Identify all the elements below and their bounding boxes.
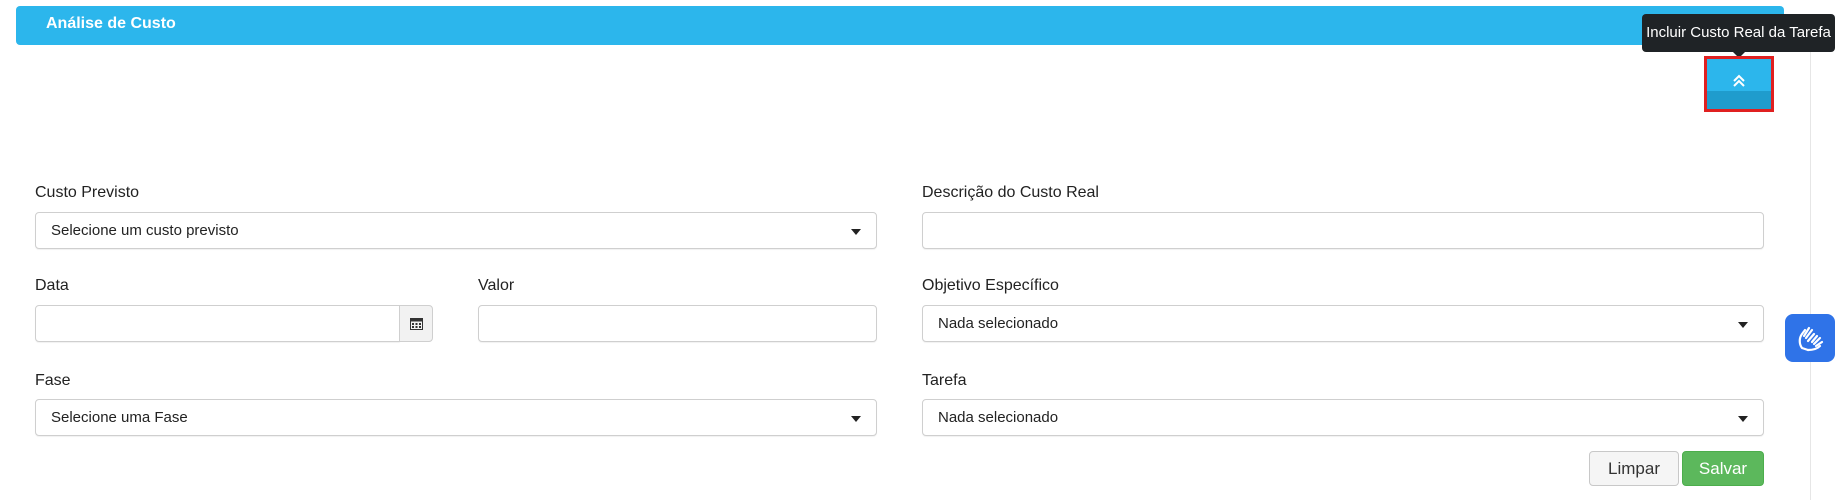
caret-down-icon	[1738, 322, 1748, 328]
objetivo-label: Objetivo Específico	[922, 277, 1059, 294]
caret-down-icon	[1738, 416, 1748, 422]
double-chevron-up-icon	[1733, 74, 1745, 87]
vertical-divider	[1810, 52, 1811, 500]
button-shade	[1707, 91, 1771, 109]
caret-down-icon	[851, 229, 861, 235]
fase-value: Selecione uma Fase	[51, 409, 188, 426]
section-title: Análise de Custo	[46, 15, 176, 32]
section-header: Análise de Custo	[16, 6, 1784, 45]
custo-previsto-value: Selecione um custo previsto	[51, 222, 239, 239]
descricao-label: Descrição do Custo Real	[922, 184, 1099, 201]
fase-label: Fase	[35, 372, 71, 389]
tarefa-label: Tarefa	[922, 372, 967, 389]
data-field[interactable]	[35, 305, 400, 342]
objetivo-value: Nada selecionado	[938, 315, 1059, 332]
data-input[interactable]	[36, 306, 399, 341]
page: Análise de Custo Incluir Custo Real da T…	[0, 0, 1837, 500]
caret-down-icon	[851, 416, 861, 422]
valor-input[interactable]	[479, 306, 876, 341]
calendar-icon	[410, 318, 423, 330]
descricao-input[interactable]	[923, 213, 1763, 248]
valor-label: Valor	[478, 277, 515, 294]
tooltip: Incluir Custo Real da Tarefa	[1642, 14, 1835, 52]
tarefa-select[interactable]: Nada selecionado	[922, 399, 1764, 436]
objetivo-select[interactable]: Nada selecionado	[922, 305, 1764, 342]
fase-select[interactable]: Selecione uma Fase	[35, 399, 877, 436]
tarefa-value: Nada selecionado	[938, 409, 1059, 426]
custo-previsto-select[interactable]: Selecione um custo previsto	[35, 212, 877, 249]
data-label: Data	[35, 277, 69, 294]
collapse-button[interactable]	[1704, 56, 1774, 112]
accessibility-button[interactable]	[1785, 314, 1835, 362]
valor-field[interactable]	[478, 305, 877, 342]
clear-button[interactable]: Limpar	[1589, 451, 1679, 486]
calendar-button[interactable]	[399, 305, 433, 342]
save-button[interactable]: Salvar	[1682, 451, 1764, 486]
sign-language-hands-icon	[1798, 326, 1824, 352]
custo-previsto-label: Custo Previsto	[35, 184, 140, 201]
descricao-field[interactable]	[922, 212, 1764, 249]
